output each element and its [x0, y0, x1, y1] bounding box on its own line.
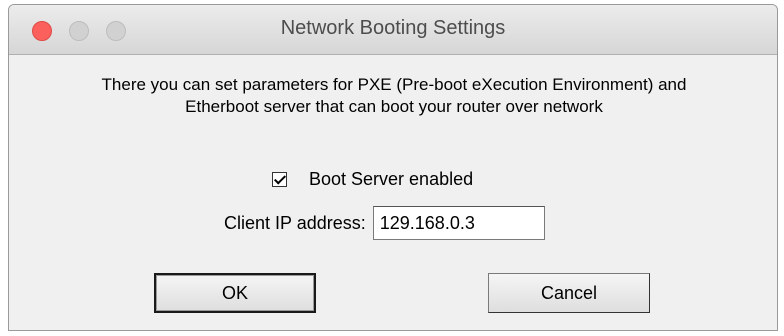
client-ip-label: Client IP address:: [224, 212, 366, 233]
dialog-description: There you can set parameters for PXE (Pr…: [101, 75, 687, 116]
boot-server-checkbox[interactable]: [272, 171, 287, 187]
dialog-window: Network Booting Settings There you can s…: [8, 4, 778, 331]
client-ip-row: Client IP address: 129.168.0.3: [224, 206, 545, 240]
window-title: Network Booting Settings: [280, 17, 506, 39]
ok-button[interactable]: OK: [154, 273, 316, 313]
zoom-window-button[interactable]: [106, 21, 126, 41]
title-bar[interactable]: Network Booting Settings: [9, 5, 777, 55]
close-window-button[interactable]: [32, 21, 52, 41]
client-ip-input[interactable]: 129.168.0.3: [372, 206, 545, 240]
cancel-button[interactable]: Cancel: [488, 273, 650, 313]
boot-server-option[interactable]: Boot Server enabled: [272, 167, 473, 191]
boot-server-label[interactable]: Boot Server enabled: [309, 169, 473, 190]
minimize-window-button[interactable]: [69, 21, 89, 41]
dialog-content: There you can set parameters for PXE (Pr…: [9, 55, 777, 330]
